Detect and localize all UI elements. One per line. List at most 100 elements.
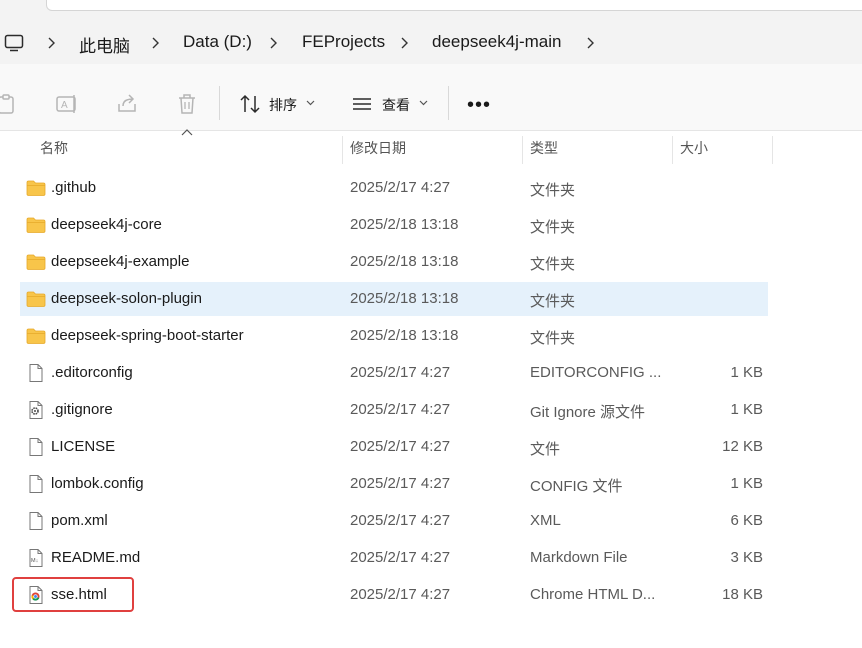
file-size: 1 KB [730, 401, 763, 418]
file-row[interactable]: deepseek4j-core 2025/2/18 13:18 文件夹 [20, 208, 768, 242]
column-header-date[interactable]: 修改日期 [342, 136, 523, 164]
file-name[interactable]: .editorconfig [51, 364, 133, 381]
file-name[interactable]: deepseek4j-core [51, 216, 162, 233]
column-header-size-label: 大小 [680, 140, 708, 156]
column-header-type[interactable]: 类型 [522, 136, 673, 164]
view-button-label[interactable]: 查看 [382, 95, 410, 115]
column-header-type-label: 类型 [530, 140, 558, 156]
file-type: 文件夹 [530, 182, 576, 199]
sort-button-label[interactable]: 排序 [269, 95, 297, 115]
file-name[interactable]: deepseek-spring-boot-starter [51, 327, 244, 344]
folder-icon [26, 290, 46, 308]
folder-icon [26, 327, 46, 345]
breadcrumb-this-pc[interactable]: 此电脑 [79, 32, 130, 57]
file-name[interactable]: deepseek-solon-plugin [51, 290, 202, 307]
breadcrumb-feprojects[interactable]: FEProjects [302, 32, 385, 52]
toolbar-divider [448, 86, 449, 120]
file-modified-date: 2025/2/17 4:27 [350, 549, 451, 566]
file-modified-date: 2025/2/17 4:27 [350, 475, 451, 492]
file-modified-date: 2025/2/18 13:18 [350, 290, 459, 307]
file-row[interactable]: .github 2025/2/17 4:27 文件夹 [20, 171, 768, 205]
chevron-down-icon[interactable] [306, 100, 315, 106]
folder-icon [26, 216, 46, 234]
file-row[interactable]: deepseek-solon-plugin 2025/2/18 13:18 文件夹 [20, 282, 768, 316]
file-modified-date: 2025/2/17 4:27 [350, 586, 451, 603]
file-type: 文件夹 [530, 256, 576, 273]
column-header-date-label: 修改日期 [350, 140, 406, 156]
file-modified-date: 2025/2/17 4:27 [350, 438, 451, 455]
file-row[interactable]: .gitignore 2025/2/17 4:27 Git Ignore 源文件 1 … [20, 393, 768, 427]
file-row[interactable]: M↓ README.md 2025/2/17 4:27 Markdown File 3 … [20, 541, 768, 575]
chevron-right-icon[interactable] [397, 35, 411, 51]
column-header-size[interactable]: 大小 [672, 136, 773, 164]
file-type: XML [530, 512, 561, 529]
breadcrumb-deepseek4j-main[interactable]: deepseek4j-main [432, 32, 561, 52]
address-bar[interactable]: 此电脑 Data (D:) FEProjects deepseek4j-main [0, 22, 862, 64]
file-modified-date: 2025/2/18 13:18 [350, 327, 459, 344]
column-header-name-label: 名称 [40, 140, 68, 156]
file-name[interactable]: .github [51, 179, 96, 196]
chevron-right-icon[interactable] [583, 35, 597, 51]
file-type: Chrome HTML D... [530, 586, 656, 603]
paste-icon[interactable] [0, 92, 18, 116]
file-row[interactable]: deepseek4j-example 2025/2/18 13:18 文件夹 [20, 245, 768, 279]
file-type: Markdown File [530, 549, 628, 566]
file-name[interactable]: deepseek4j-example [51, 253, 189, 270]
file-size: 1 KB [730, 364, 763, 381]
file-modified-date: 2025/2/17 4:27 [350, 401, 451, 418]
rename-icon[interactable]: A [55, 92, 79, 116]
file-name[interactable]: pom.xml [51, 512, 108, 529]
this-pc-icon[interactable] [4, 33, 24, 53]
file-row[interactable]: .editorconfig 2025/2/17 4:27 EDITORCONFIG … [20, 356, 768, 390]
file-size: 1 KB [730, 475, 763, 492]
share-icon[interactable] [115, 92, 139, 116]
file-size: 12 KB [722, 438, 763, 455]
file-name[interactable]: LICENSE [51, 438, 115, 455]
title-strip [0, 0, 862, 22]
file-modified-date: 2025/2/17 4:27 [350, 512, 451, 529]
svg-text:M↓: M↓ [31, 558, 39, 564]
file-type: 文件夹 [530, 330, 576, 347]
file-type: 文件 [530, 441, 561, 458]
file-name[interactable]: lombok.config [51, 475, 144, 492]
sort-ascending-indicator-icon [181, 129, 193, 136]
file-size: 6 KB [730, 512, 763, 529]
annotation-highlight-box [12, 577, 134, 612]
chevron-right-icon[interactable] [148, 35, 162, 51]
folder-icon [26, 253, 46, 271]
sort-icon[interactable] [238, 92, 262, 116]
file-row[interactable]: LICENSE 2025/2/17 4:27 文件 12 KB [20, 430, 768, 464]
file-name[interactable]: .gitignore [51, 401, 113, 418]
chevron-right-icon[interactable] [44, 35, 58, 51]
file-icon [26, 512, 46, 530]
chevron-down-icon[interactable] [419, 100, 428, 106]
view-icon[interactable] [350, 92, 374, 116]
file-row[interactable]: lombok.config 2025/2/17 4:27 CONFIG 文件 1 KB [20, 467, 768, 501]
svg-text:A: A [61, 100, 68, 111]
column-header-name[interactable]: 名称 [32, 136, 343, 164]
more-options-button[interactable]: ••• [467, 94, 491, 117]
toolbar-divider [219, 86, 220, 120]
delete-icon[interactable] [175, 92, 199, 116]
file-name[interactable]: README.md [51, 549, 140, 566]
file-type: 文件夹 [530, 219, 576, 236]
file-row[interactable]: pom.xml 2025/2/17 4:27 XML 6 KB [20, 504, 768, 538]
gear-file-icon [26, 401, 46, 419]
file-icon [26, 438, 46, 456]
file-size: 3 KB [730, 549, 763, 566]
file-modified-date: 2025/2/18 13:18 [350, 216, 459, 233]
tab-strip-edge [46, 0, 862, 11]
folder-icon [26, 179, 46, 197]
file-type: CONFIG 文件 [530, 478, 623, 495]
file-icon [26, 475, 46, 493]
chevron-right-icon[interactable] [266, 35, 280, 51]
file-modified-date: 2025/2/17 4:27 [350, 179, 451, 196]
file-type: Git Ignore 源文件 [530, 404, 646, 421]
file-type: 文件夹 [530, 293, 576, 310]
file-modified-date: 2025/2/18 13:18 [350, 253, 459, 270]
markdown-file-icon: M↓ [26, 549, 46, 567]
command-bar: A 排序 查看 ••• [0, 64, 862, 131]
file-size: 18 KB [722, 586, 763, 603]
file-row[interactable]: deepseek-spring-boot-starter 2025/2/18 13… [20, 319, 768, 353]
breadcrumb-data-drive[interactable]: Data (D:) [183, 32, 252, 52]
